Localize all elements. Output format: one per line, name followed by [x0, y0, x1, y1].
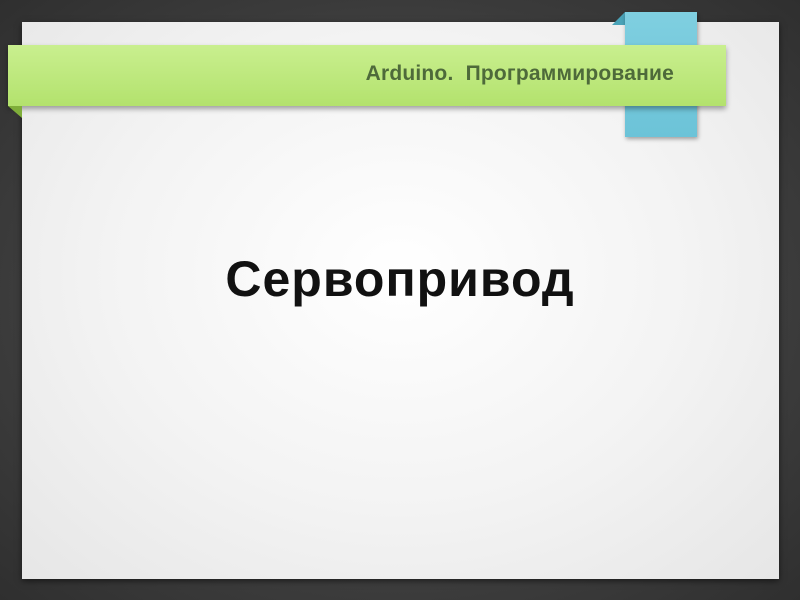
slide-title: Сервопривод: [225, 251, 575, 307]
banner-title: Arduino. Программирование: [365, 62, 674, 85]
blue-tab-fold: [612, 12, 625, 25]
banner-fold: [8, 106, 22, 118]
header-banner: Arduino. Программирование: [8, 45, 726, 106]
